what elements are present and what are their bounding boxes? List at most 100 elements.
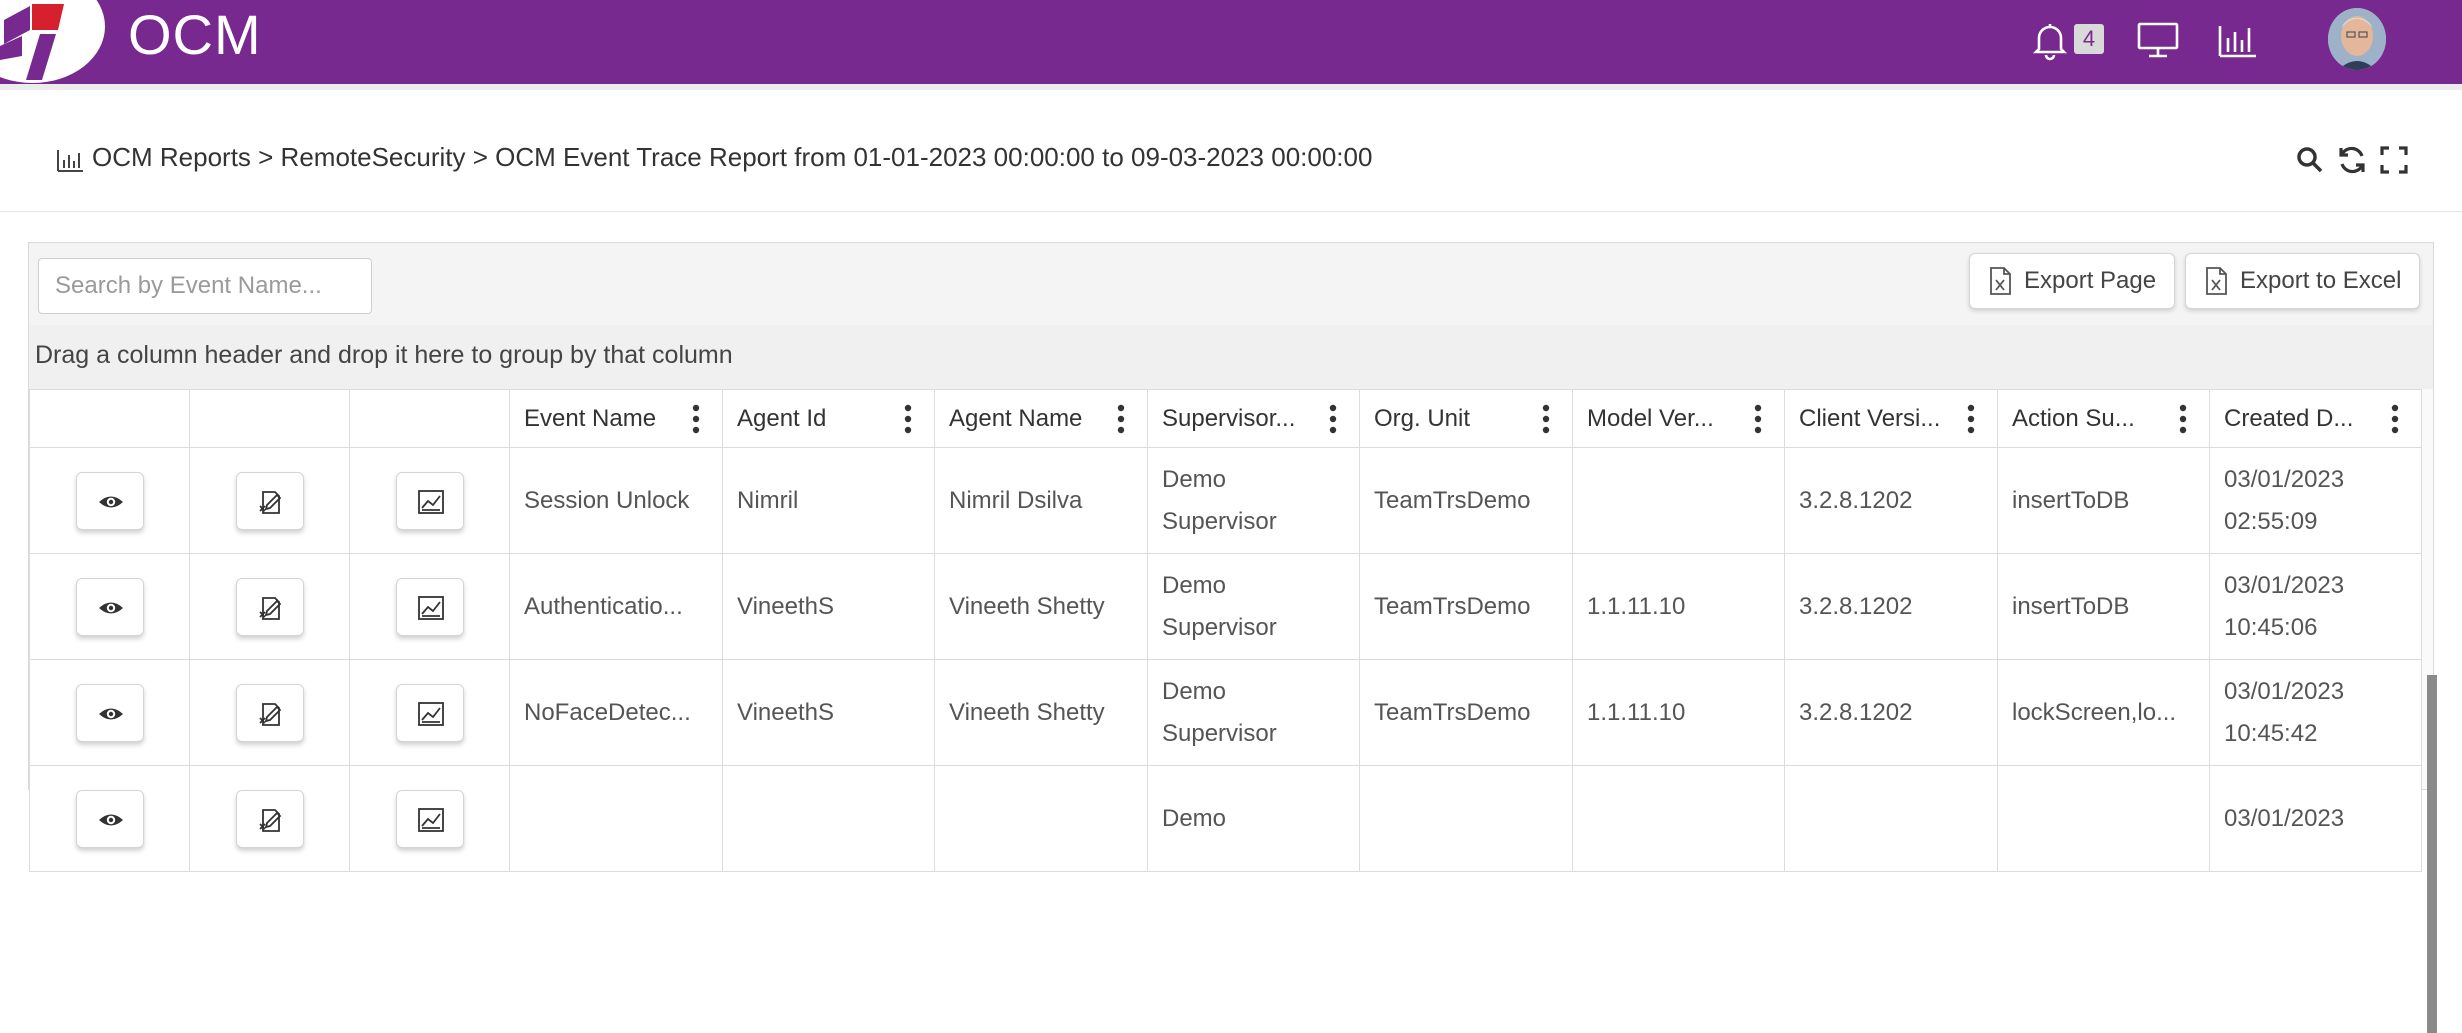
created-date: 03/01/2023 xyxy=(2224,677,2345,705)
model-version-cell xyxy=(1572,765,1785,872)
column-header-event-name[interactable]: Event Name xyxy=(509,389,723,448)
column-menu-icon[interactable] xyxy=(1967,404,1975,434)
view-cell xyxy=(29,765,190,872)
column-menu-icon[interactable] xyxy=(692,404,700,434)
trend-button[interactable] xyxy=(395,577,464,636)
vertical-scrollbar[interactable] xyxy=(2427,675,2437,1033)
brand-title: OCM xyxy=(128,3,262,66)
event-name-cell: NoFaceDetec... xyxy=(509,659,723,766)
agent-name-cell xyxy=(934,765,1148,872)
action-summary-cell: lockScreen,lo... xyxy=(1997,659,2210,766)
trend-button[interactable] xyxy=(395,683,464,742)
edit-document-icon xyxy=(258,596,281,620)
breadcrumb: OCM Reports > RemoteSecurity > OCM Event… xyxy=(92,142,1373,172)
column-header-model-version[interactable]: Model Ver... xyxy=(1572,389,1785,448)
user-avatar[interactable] xyxy=(2328,8,2386,70)
event-name-cell: Authenticatio... xyxy=(509,553,723,660)
refresh-icon[interactable] xyxy=(2336,144,2368,176)
column-label: Agent Id xyxy=(737,404,827,432)
edit-cell xyxy=(189,659,350,766)
agent-id-cell: VineethS xyxy=(722,659,935,766)
trend-chart-icon xyxy=(417,701,444,726)
edit-document-icon xyxy=(258,490,281,514)
column-label: Created D... xyxy=(2224,404,2354,432)
column-header-client-version[interactable]: Client Versi... xyxy=(1784,389,1998,448)
search-icon[interactable] xyxy=(2294,144,2326,176)
trend-button[interactable] xyxy=(395,789,464,848)
eye-icon xyxy=(98,814,123,825)
table-body: Session Unlock Nimril Nimril Dsilva Demo Su… xyxy=(29,447,2422,872)
created-date-cell: 03/01/2023 10:45:06 xyxy=(2209,553,2422,660)
trend-cell xyxy=(349,553,510,660)
bar-chart-icon[interactable] xyxy=(2216,18,2260,62)
column-menu-icon[interactable] xyxy=(1117,404,1125,434)
column-header-supervisor[interactable]: Supervisor... xyxy=(1147,389,1360,448)
column-menu-icon[interactable] xyxy=(1754,404,1762,434)
column-label: Client Versi... xyxy=(1799,404,1941,432)
top-navbar: OCM 4 xyxy=(0,0,2462,84)
edit-button[interactable] xyxy=(235,683,304,742)
created-date-cell: 03/01/2023 xyxy=(2209,765,2422,872)
created-date: 03/01/2023 xyxy=(2224,465,2345,493)
column-header-org-unit[interactable]: Org. Unit xyxy=(1359,389,1573,448)
view-button[interactable] xyxy=(75,683,144,742)
action-summary-cell xyxy=(1997,765,2210,872)
monitor-icon[interactable] xyxy=(2136,18,2180,62)
edit-button[interactable] xyxy=(235,577,304,636)
action-col-header xyxy=(349,389,510,448)
view-button[interactable] xyxy=(75,471,144,530)
column-label: Model Ver... xyxy=(1587,404,1714,432)
group-by-drop-zone[interactable]: Drag a column header and drop it here to… xyxy=(29,325,2433,389)
table-row[interactable]: NoFaceDetec... VineethS Vineeth Shetty Demo… xyxy=(29,659,2422,766)
edit-button[interactable] xyxy=(235,789,304,848)
event-name-cell xyxy=(509,765,723,872)
event-trace-grid: Export Page Export to Excel Drag a colum… xyxy=(28,242,2437,1033)
org-unit-cell xyxy=(1359,765,1573,872)
client-version-cell: 3.2.8.1202 xyxy=(1784,659,1998,766)
trend-cell xyxy=(349,765,510,872)
column-header-agent-name[interactable]: Agent Name xyxy=(934,389,1148,448)
view-cell xyxy=(29,447,190,554)
created-date-cell: 03/01/2023 02:55:09 xyxy=(2209,447,2422,554)
column-label: Agent Name xyxy=(949,404,1083,432)
org-unit-cell: TeamTrsDemo xyxy=(1359,659,1573,766)
trend-chart-icon xyxy=(417,489,444,514)
breadcrumb-bar: OCM Reports > RemoteSecurity > OCM Event… xyxy=(0,90,2462,212)
view-button[interactable] xyxy=(75,789,144,848)
column-menu-icon[interactable] xyxy=(1542,404,1550,434)
column-menu-icon[interactable] xyxy=(904,404,912,434)
column-menu-icon[interactable] xyxy=(2179,404,2187,434)
edit-button[interactable] xyxy=(235,471,304,530)
view-button[interactable] xyxy=(75,577,144,636)
table-row[interactable]: Session Unlock Nimril Nimril Dsilva Demo Su… xyxy=(29,447,2422,554)
column-header-action-summary[interactable]: Action Su... xyxy=(1997,389,2210,448)
view-cell xyxy=(29,553,190,660)
edit-cell xyxy=(189,447,350,554)
column-header-created-date[interactable]: Created D... xyxy=(2209,389,2422,448)
model-version-cell xyxy=(1572,447,1785,554)
search-input[interactable] xyxy=(38,258,372,314)
notification-count-badge[interactable]: 4 xyxy=(2074,24,2104,54)
column-menu-icon[interactable] xyxy=(1329,404,1337,434)
table-row[interactable]: Authenticatio... VineethS Vineeth Shetty De… xyxy=(29,553,2422,660)
created-date: 03/01/2023 xyxy=(2224,571,2345,599)
export-page-button[interactable]: Export Page xyxy=(1969,253,2176,309)
model-version-cell: 1.1.11.10 xyxy=(1572,553,1785,660)
edit-document-icon xyxy=(258,702,281,726)
created-time: 10:45:42 xyxy=(2224,719,2318,747)
trend-button[interactable] xyxy=(395,471,464,530)
eye-icon xyxy=(98,708,123,719)
org-unit-cell: TeamTrsDemo xyxy=(1359,447,1573,554)
org-unit-cell: TeamTrsDemo xyxy=(1359,553,1573,660)
table-row[interactable]: Demo 03/01/2023 xyxy=(29,765,2422,872)
client-version-cell: 3.2.8.1202 xyxy=(1784,553,1998,660)
column-header-agent-id[interactable]: Agent Id xyxy=(722,389,935,448)
ocm-logo-icon[interactable] xyxy=(0,0,80,80)
data-table: Event Name Agent Id Agent Name Superviso… xyxy=(29,389,2422,872)
fullscreen-icon[interactable] xyxy=(2378,144,2410,176)
export-to-excel-button[interactable]: Export to Excel xyxy=(2185,253,2421,309)
column-menu-icon[interactable] xyxy=(2391,404,2399,434)
model-version-cell: 1.1.11.10 xyxy=(1572,659,1785,766)
export-page-label: Export Page xyxy=(2024,267,2157,294)
bell-icon[interactable] xyxy=(2028,18,2072,62)
